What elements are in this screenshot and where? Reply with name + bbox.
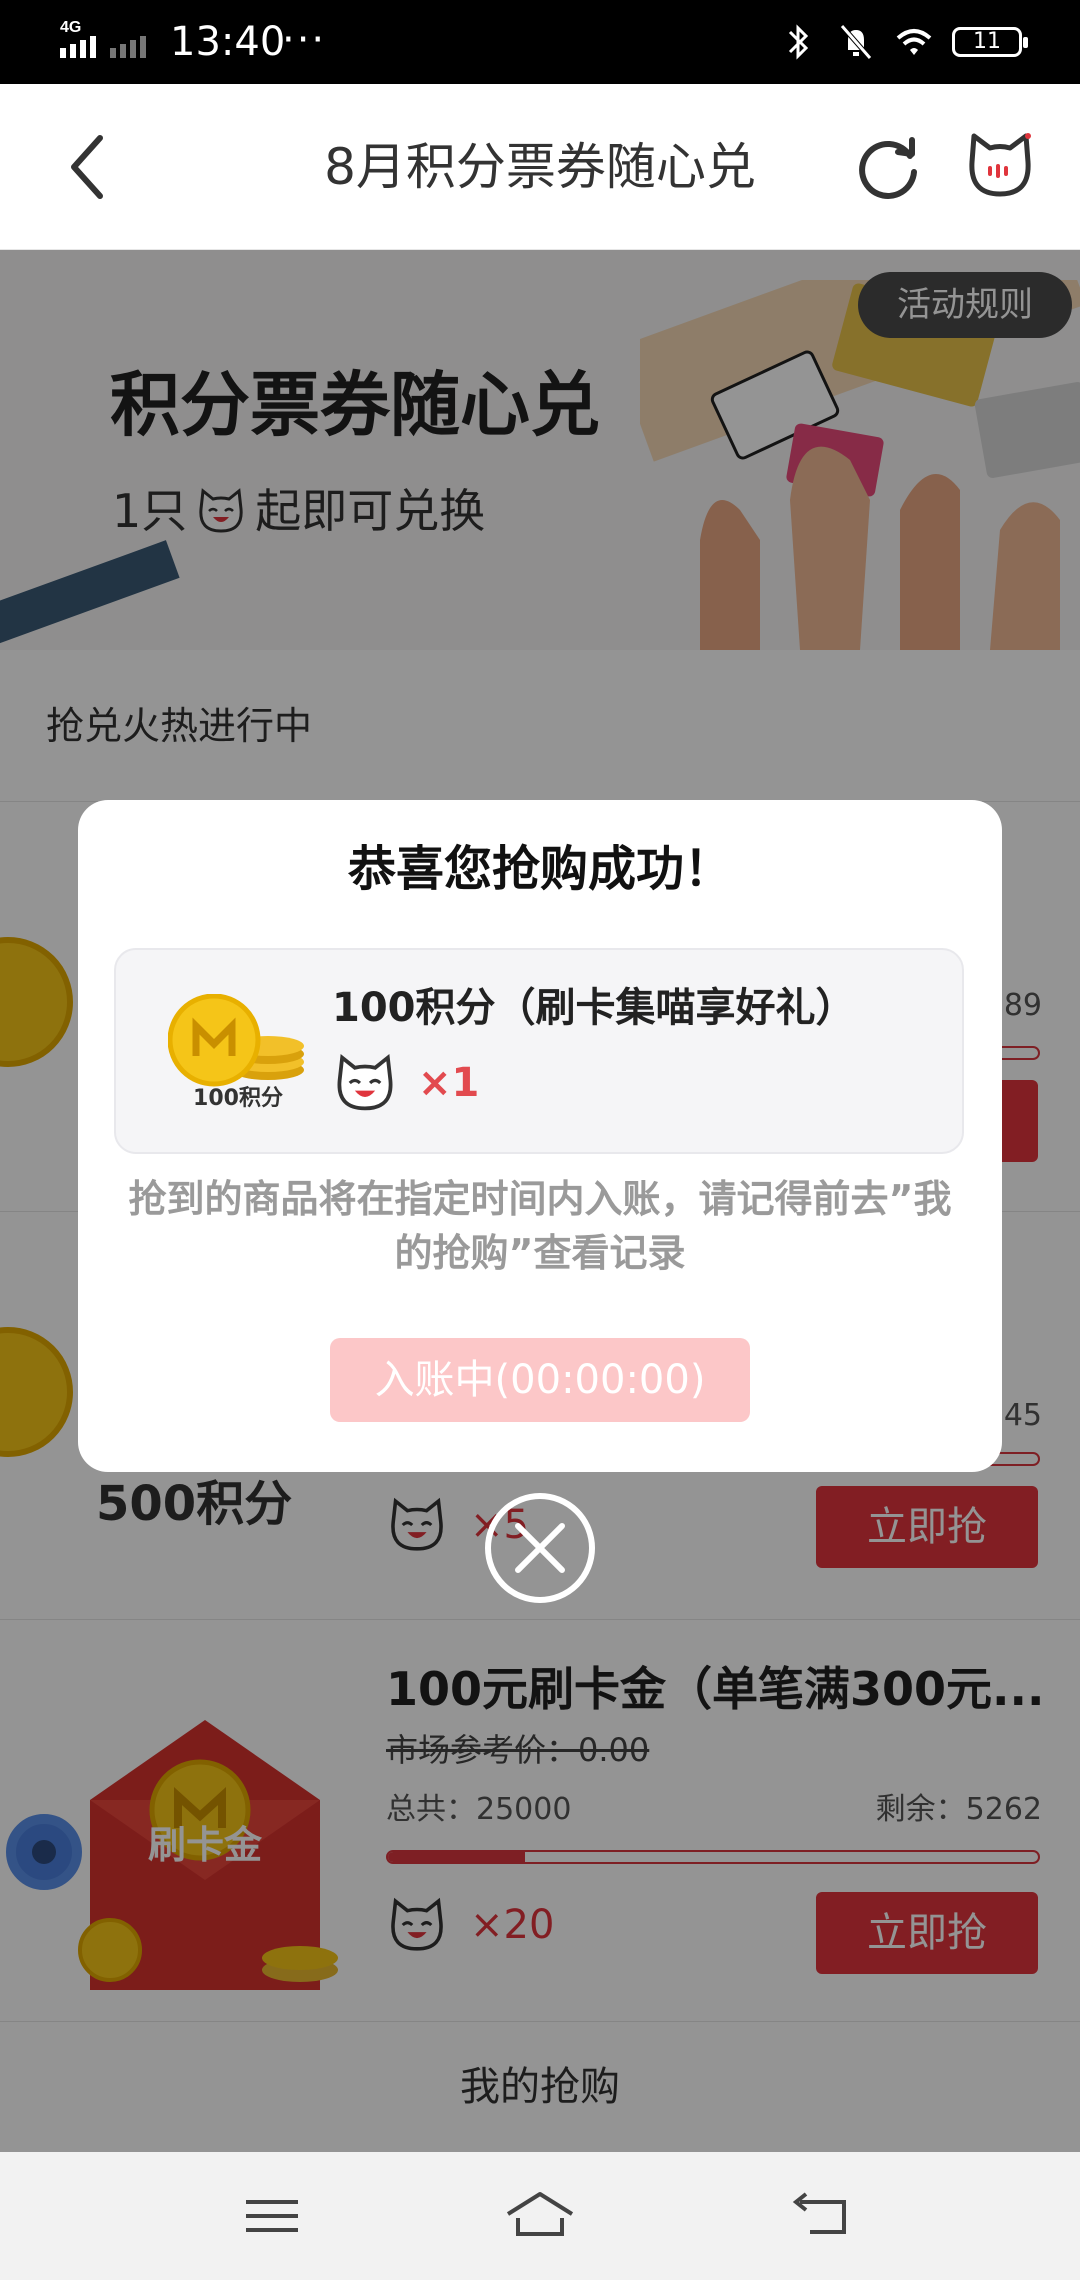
refresh-icon[interactable] bbox=[852, 128, 924, 204]
crediting-status-button[interactable]: 入账中(00:00:00) bbox=[330, 1338, 750, 1422]
mute-icon bbox=[840, 24, 872, 60]
signal-icon: 4G bbox=[60, 19, 146, 58]
status-bar: 4G 13:40 ··· 11 bbox=[0, 0, 1080, 84]
points-coin-icon bbox=[168, 994, 304, 1087]
home-icon[interactable] bbox=[504, 2188, 576, 2244]
system-nav-bar bbox=[0, 2152, 1080, 2280]
network-label: 4G bbox=[60, 19, 81, 36]
wifi-icon bbox=[896, 29, 932, 55]
bluetooth-icon bbox=[788, 24, 809, 60]
coin-label: 100积分 bbox=[193, 1086, 283, 1111]
dialog-title: 恭喜您抢购成功！ bbox=[347, 841, 732, 897]
back-nav-icon[interactable] bbox=[786, 2188, 858, 2244]
cat-coin-icon bbox=[337, 1053, 393, 1111]
prize-name: 100积分（刷卡集喵享好礼） bbox=[332, 985, 856, 1031]
more-dots: ··· bbox=[282, 17, 327, 63]
battery-indicator: 11 bbox=[952, 27, 1028, 57]
dialog-note: 抢到的商品将在指定时间内入账，请记得前去”我的抢购”查看记录 bbox=[128, 1177, 952, 1275]
app-header: 8月积分票券随心兑 bbox=[0, 84, 1080, 250]
clock: 13:40 bbox=[170, 19, 286, 65]
close-icon[interactable] bbox=[482, 1490, 598, 1606]
status-icons: 11 bbox=[778, 20, 1028, 64]
page-title: 8月积分票券随心兑 bbox=[324, 138, 756, 196]
prize-quantity: ×1 bbox=[418, 1060, 480, 1106]
menu-icon[interactable] bbox=[236, 2188, 308, 2244]
back-icon[interactable] bbox=[60, 124, 140, 210]
success-dialog: 恭喜您抢购成功！ 100积分 100积分（刷卡集喵享好礼） ×1 抢到的商品将在… bbox=[78, 800, 1002, 1472]
cat-mascot-icon[interactable] bbox=[962, 128, 1038, 204]
prize-card: 100积分 100积分（刷卡集喵享好礼） ×1 bbox=[114, 948, 964, 1154]
